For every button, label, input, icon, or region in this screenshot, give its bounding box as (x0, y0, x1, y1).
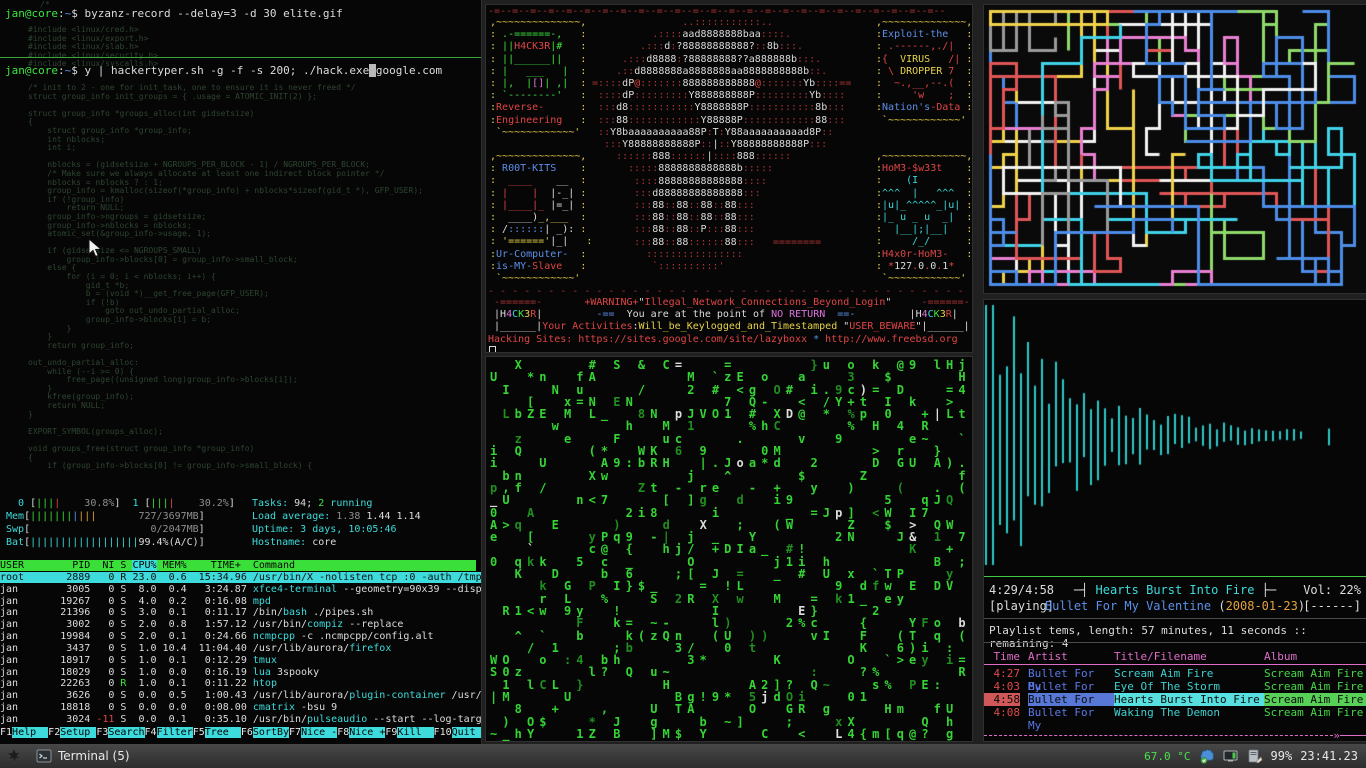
taskbar-window-label: Terminal (5) (58, 749, 130, 763)
col-artist: Artist (1028, 650, 1114, 663)
pane-ncmpcpp[interactable]: 4:29/4:58 ─┤ Hearts Burst Into Fire ├─ V… (984, 300, 1366, 741)
tmux-pane-divider (0, 57, 481, 58)
tray-update-icon[interactable] (1199, 748, 1215, 764)
playlist-row[interactable]: 4:58Bullet For MyHearts Burst Into FireS… (984, 693, 1366, 706)
playlist-row[interactable]: 4:08Bullet For MyWaking The DemonScream … (984, 706, 1366, 719)
pane-pipes-screensaver[interactable] (984, 5, 1366, 293)
separator-green (984, 576, 1366, 577)
playlist-stats: Playlist tems, length: 57 minutes, 11 se… (989, 624, 1366, 650)
terminal-cursor (489, 346, 496, 352)
col-title: Title/Filename (1114, 650, 1264, 663)
now-playing-line-1: 4:29/4:58 ─┤ Hearts Burst Into Fire ├─ V… (984, 583, 1366, 597)
matrix-rain: X # S & C= = }u o k @9 lHj U *n fA M `zE… (490, 359, 971, 740)
battery-percent: 99% (1271, 749, 1293, 763)
shell-prompt-byzanz: jan@core:~$ byzanz-record --delay=3 -d 3… (5, 7, 343, 20)
tray-clipboard-icon[interactable] (1247, 748, 1263, 764)
solid-line (1340, 735, 1366, 736)
audio-visualizer (984, 302, 1366, 568)
playlist-overflow-line: » (984, 729, 1366, 741)
htop-function-key-bar[interactable]: F1Help F2Setup F3SearchF4FilterF5Tree F6… (0, 726, 481, 739)
ghost-kernel-code: /* init to 2 - one for init_task, one to… (28, 84, 423, 471)
volume-label: Vol: 22% (1303, 583, 1361, 597)
shell-prompt-hackertyper: jan@core:~$ y | hackertyper.sh -g -f -s … (5, 64, 442, 77)
htop-meters: 0 [|||| 30.8%] 1 [|||| 30.2%] Mem[||||||… (6, 497, 235, 549)
art-box-hacker: ,~~~~~~~~~~~~~~, : .-======-, : : ||H4CK… (490, 17, 586, 139)
overflow-marker: » (1333, 729, 1340, 741)
launcher-claw-icon[interactable] (6, 748, 22, 764)
playlist-header: Time Artist Title/Filename Album (984, 650, 1366, 663)
now-playing-line-2: [playing] Bullet For My Valentine (2008-… (984, 599, 1366, 613)
cpu-temperature: 67.0 °C (1144, 750, 1190, 763)
tray-display-icon[interactable] (1223, 748, 1239, 764)
taskbar-window-button[interactable]: Terminal (5) (30, 746, 136, 766)
clock: 23:41.23 (1300, 749, 1358, 763)
separator (984, 618, 1366, 619)
pane-ascii-art[interactable]: -=--=--=--=--=--=--=--=--=--=--=--=--=--… (486, 5, 972, 352)
art-box-rootkits: ,~~~~~~~~~~~~~~, : R00T-KITS : : ____ __… (490, 151, 592, 285)
htop-summary: Tasks: 94; 2 running Load average: 1.38 … (252, 497, 421, 549)
playlist-row[interactable]: 4:27Bullet For MyScream Aim FireScream A… (984, 667, 1366, 680)
playlist-header-underline (984, 664, 1366, 665)
col-album: Album (1264, 650, 1366, 663)
taskbar: Terminal (5) 67.0 °C 99% 23:41.23 (0, 744, 1366, 768)
playlist-row[interactable]: 4:03Bullet For MyEye Of The StormScream … (984, 680, 1366, 693)
art-box-home-sweet: ,~~~~~~~~~~~~~~, :HoM3-$w33t : : (I : :^… (876, 151, 972, 285)
pane-terminal-shell[interactable]: /* jan@core:~$ byzanz-record --delay=3 -… (0, 0, 481, 744)
ghost-includes: #include <linux/cred.h> #include <linux/… (28, 26, 158, 69)
col-time: Time (984, 650, 1020, 663)
separator (984, 642, 1366, 643)
warning-banner: -======- +WARNING+"Illegal_Network_Conne… (488, 297, 970, 346)
pane-cmatrix[interactable]: X # S & C= = }u o k @9 lHj U *n fA M `zE… (486, 357, 972, 741)
volume-bar[interactable]: [------] (1303, 599, 1361, 613)
terminal-icon (36, 748, 52, 764)
skull-ascii-art: ..:::::::::::.. .::::aad8888888baa::::. … (592, 17, 851, 273)
dashed-line (984, 735, 1333, 736)
desktop: /* jan@core:~$ byzanz-record --delay=3 -… (0, 0, 1366, 768)
mouse-cursor (88, 238, 103, 259)
htop-process-table[interactable]: USER PID NI S CPU% MEM% TIME+ Command ro… (0, 560, 481, 726)
pipes-canvas (984, 5, 1366, 293)
art-box-exploit: ,~~~~~~~~~~~~~~, :Exploit-the : : .-----… (876, 17, 972, 127)
